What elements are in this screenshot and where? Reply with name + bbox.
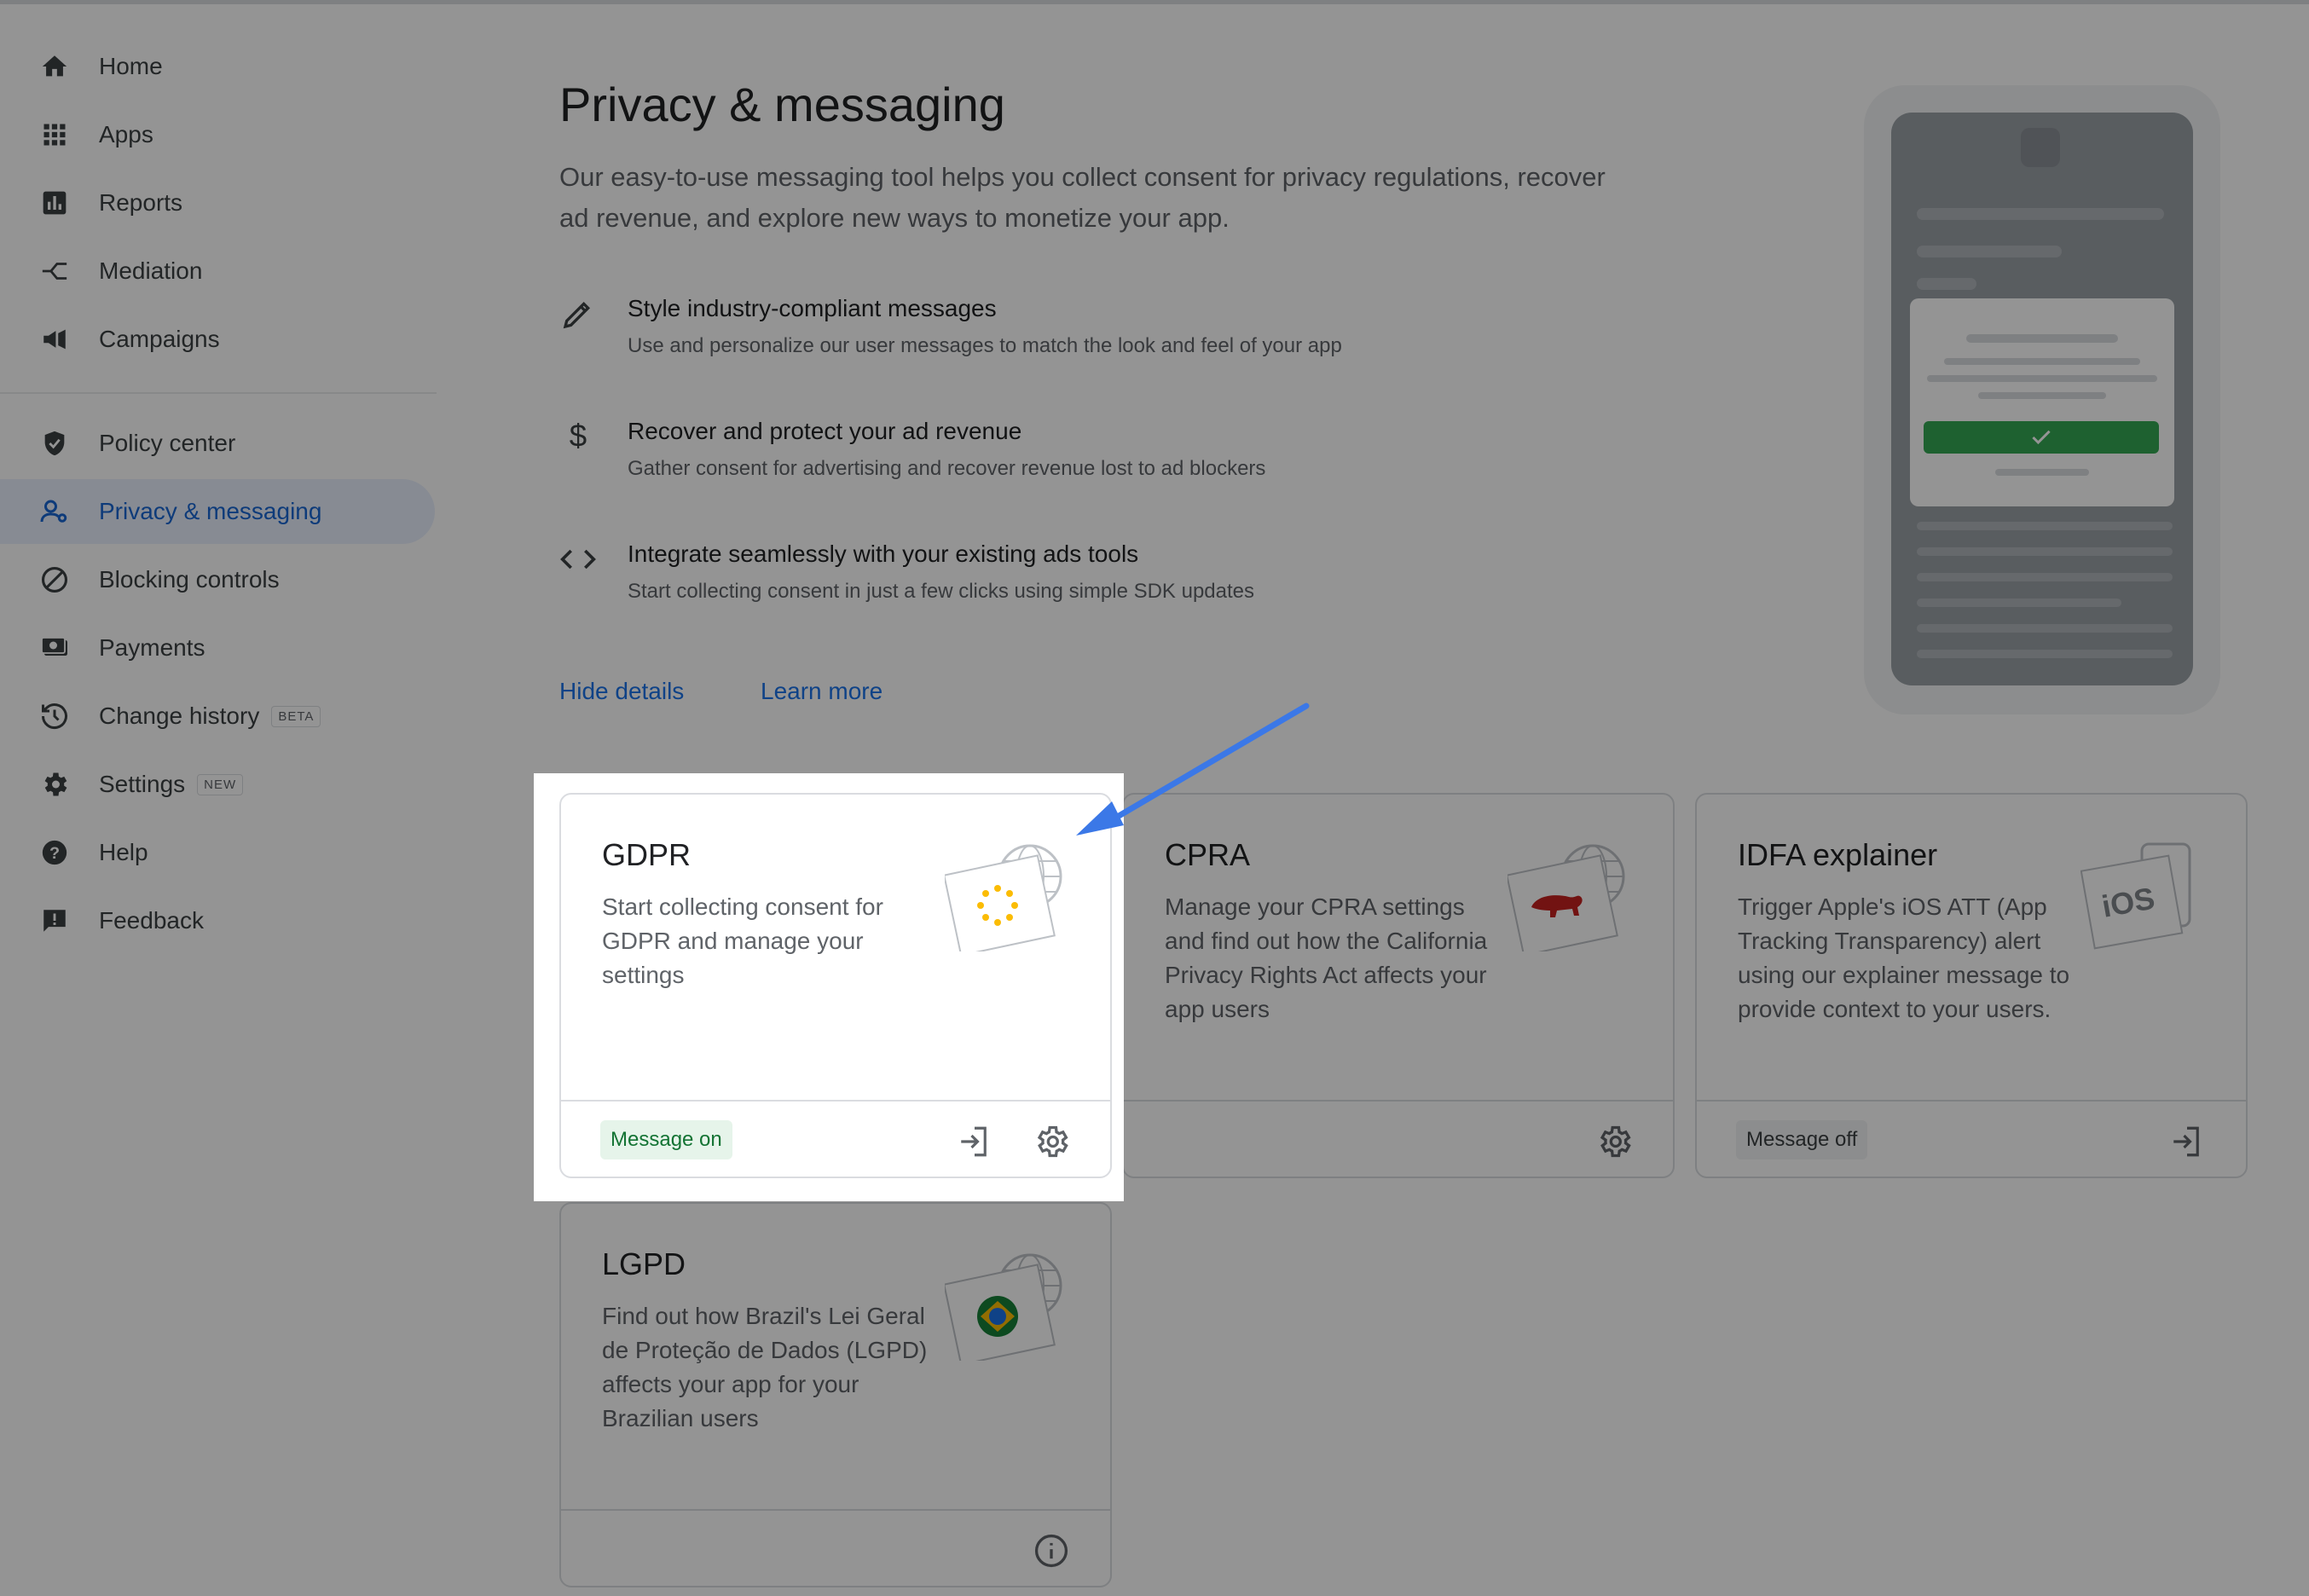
info-icon[interactable] [1032, 1531, 1071, 1570]
new-badge: NEW [197, 773, 244, 795]
dollar-icon: $ [559, 418, 597, 455]
feature-description: Start collecting consent in just a few c… [628, 580, 1255, 603]
card-title: IDFA explainer [1738, 837, 1938, 872]
gear-icon [38, 767, 72, 801]
sidebar-item-payments[interactable]: Payments [0, 616, 435, 680]
app-icon-placeholder [2021, 128, 2060, 167]
sidebar-item-home[interactable]: Home [0, 34, 435, 99]
card-description: Trigger Apple's iOS ATT (App Tracking Tr… [1738, 893, 2070, 1022]
code-icon [559, 541, 597, 578]
idfa-explainer-card[interactable]: IDFA explainer Trigger Apple's iOS ATT (… [1695, 793, 2248, 1178]
sidebar-item-change-history[interactable]: Change history BETA [0, 684, 435, 749]
card-description: Find out how Brazil's Lei Geral de Prote… [602, 1303, 928, 1431]
sidebar-item-help[interactable]: ? Help [0, 820, 435, 885]
sidebar-item-mediation[interactable]: Mediation [0, 239, 435, 304]
help-icon: ? [38, 836, 72, 870]
feature-heading: Integrate seamlessly with your existing … [628, 541, 1139, 567]
sidebar-item-label: Campaigns [99, 326, 220, 352]
consent-dialog-illustration [1910, 298, 2174, 506]
ios-icon: iOS [2080, 842, 2191, 950]
lgpd-card[interactable]: LGPD Find out how Brazil's Lei Geral de … [559, 1202, 1112, 1587]
card-footer: Message on [561, 1100, 1110, 1178]
sidebar-item-policy-center[interactable]: Policy center [0, 411, 435, 476]
mediation-icon [38, 254, 72, 288]
card-description: Start collecting consent for GDPR and ma… [602, 893, 883, 988]
sidebar-item-apps[interactable]: Apps [0, 102, 435, 167]
payments-icon [38, 631, 72, 665]
sidebar-item-label: Policy center [99, 430, 236, 456]
message-status-badge: Message off [1736, 1120, 1868, 1159]
feature-heading: Style industry-compliant messages [628, 295, 997, 321]
sidebar-item-settings[interactable]: Settings NEW [0, 752, 435, 817]
sidebar-item-feedback[interactable]: Feedback [0, 888, 435, 953]
create-message-icon[interactable] [2167, 1122, 2207, 1161]
sidebar-item-reports[interactable]: Reports [0, 171, 435, 235]
home-icon [38, 49, 72, 84]
bar-chart-icon [38, 186, 72, 220]
svg-text:$: $ [570, 419, 587, 454]
sidebar-item-privacy-messaging[interactable]: Privacy & messaging [0, 479, 435, 544]
feature-description: Gather consent for advertising and recov… [628, 457, 1266, 480]
create-message-icon[interactable] [955, 1122, 994, 1161]
shield-icon [38, 426, 72, 460]
gdpr-card[interactable]: GDPR Start collecting consent for GDPR a… [559, 793, 1112, 1178]
sidebar-item-blocking-controls[interactable]: Blocking controls [0, 547, 435, 612]
card-title: LGPD [602, 1246, 686, 1281]
sidebar-item-label: Settings [99, 771, 186, 797]
megaphone-icon [38, 322, 72, 356]
sidebar-item-label: Help [99, 839, 148, 865]
california-bear-icon [1508, 844, 1625, 951]
block-icon [38, 563, 72, 597]
feature-heading: Recover and protect your ad revenue [628, 418, 1022, 444]
history-icon [38, 699, 72, 733]
sidebar-divider [0, 392, 437, 394]
svg-text:?: ? [49, 844, 60, 863]
sidebar-item-label: Change history [99, 703, 260, 729]
pencil-icon [559, 295, 597, 332]
sidebar-item-label: Mediation [99, 257, 203, 284]
intro-text: Our easy-to-use messaging tool helps you… [559, 162, 1606, 233]
sidebar-item-label: Home [99, 53, 163, 79]
apps-grid-icon [38, 118, 72, 152]
card-footer: Message off [1697, 1100, 2246, 1178]
message-status-badge: Message on [600, 1120, 732, 1159]
gear-icon[interactable] [1032, 1122, 1071, 1161]
feedback-icon [38, 904, 72, 938]
sidebar-item-label: Privacy & messaging [99, 498, 322, 524]
annotation-arrow-icon [1076, 703, 1310, 836]
page-title: Privacy & messaging [559, 78, 1005, 131]
sidebar-item-label: Blocking controls [99, 566, 280, 593]
card-footer [1124, 1100, 1673, 1178]
person-settings-icon [38, 494, 72, 529]
sidebar-item-campaigns[interactable]: Campaigns [0, 307, 435, 372]
sidebar-item-label: Payments [99, 634, 205, 661]
gear-icon[interactable] [1594, 1122, 1634, 1161]
top-border [0, 0, 2309, 4]
card-footer [561, 1509, 1110, 1587]
card-title: GDPR [602, 837, 692, 872]
sidebar-item-label: Feedback [99, 907, 204, 934]
sidebar-item-label: Reports [99, 189, 183, 216]
beta-badge: BETA [271, 705, 321, 727]
feature-description: Use and personalize our user messages to… [628, 334, 1342, 357]
phone-illustration [1891, 113, 2193, 685]
hide-details-link[interactable]: Hide details [559, 678, 684, 705]
sidebar-item-label: Apps [99, 121, 153, 147]
eu-flag-icon [945, 844, 1062, 951]
brazil-flag-icon [945, 1253, 1062, 1361]
card-description: Manage your CPRA settings and find out h… [1165, 893, 1488, 1022]
learn-more-link[interactable]: Learn more [761, 678, 883, 705]
checkmark-icon [1924, 421, 2159, 454]
